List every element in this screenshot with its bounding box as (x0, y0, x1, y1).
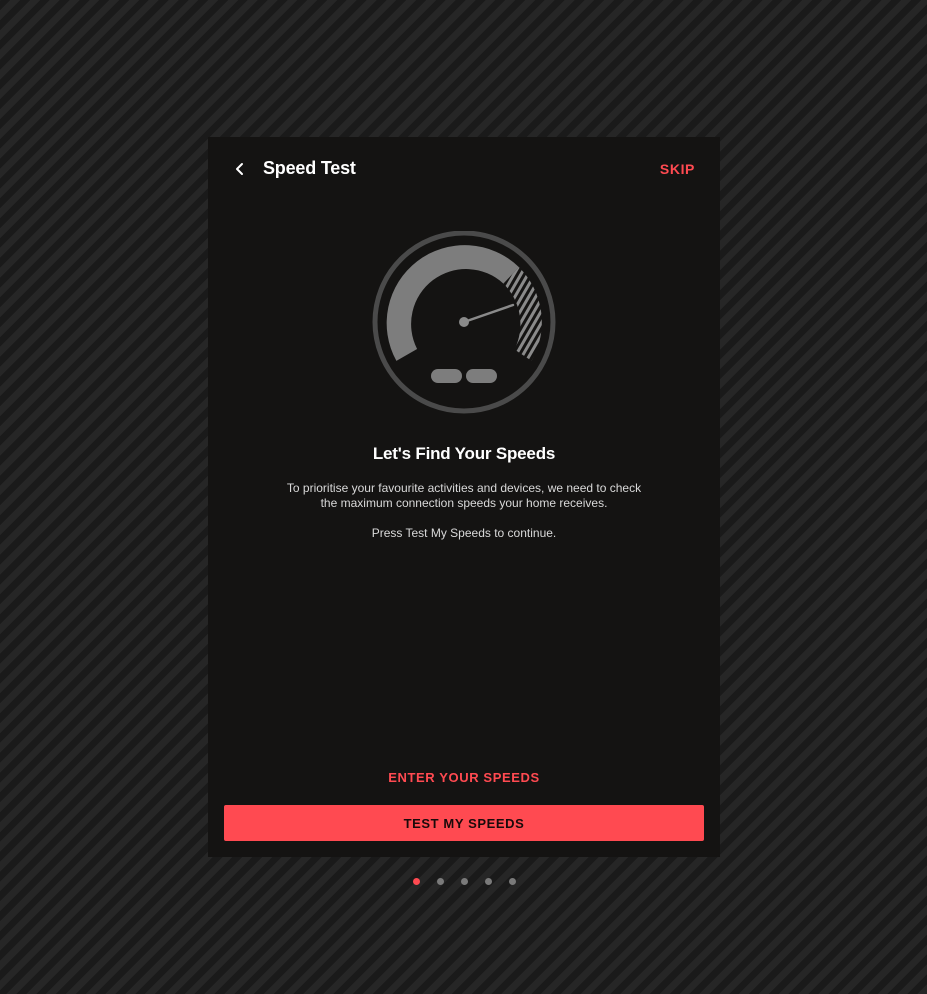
page-dot-mark (460, 877, 468, 885)
description: To prioritise your favourite activities … (268, 481, 660, 511)
speed-test-card: Speed Test SKIP Let's Find Your Speeds T… (208, 137, 720, 857)
page-dot-2[interactable] (428, 874, 452, 888)
gauge-arc (386, 245, 519, 361)
page-dot-mark (508, 877, 516, 885)
page-dot-5[interactable] (500, 874, 524, 888)
description-line: the maximum connection speeds your home … (320, 496, 608, 510)
back-button[interactable] (224, 153, 256, 185)
page-dot-1[interactable] (404, 874, 428, 888)
page-dot-3[interactable] (452, 874, 476, 888)
test-my-speeds-button[interactable]: TEST MY SPEEDS (224, 805, 704, 841)
gauge-redline-zone (503, 267, 542, 361)
page-dot-mark (436, 877, 444, 885)
page-title: Speed Test (263, 158, 356, 178)
page-dot-mark (412, 877, 420, 885)
page-dot-4[interactable] (476, 874, 500, 888)
gauge-readout-left (431, 369, 462, 383)
header: Speed Test SKIP (208, 137, 720, 201)
enter-your-speeds-link[interactable]: ENTER YOUR SPEEDS (208, 770, 720, 785)
gauge-needle (462, 303, 515, 324)
section-heading: Let's Find Your Speeds (372, 444, 556, 463)
gauge-readout-right (466, 369, 497, 383)
speedometer-icon (372, 231, 556, 414)
skip-button[interactable]: SKIP (660, 161, 695, 177)
page-indicator (404, 874, 524, 888)
instruction-text: Press Test My Speeds to continue. (371, 526, 557, 540)
gauge-needle-hub (459, 317, 469, 327)
description-line: To prioritise your favourite activities … (286, 481, 642, 495)
page-dot-mark (484, 877, 492, 885)
chevron-left-icon (236, 163, 243, 175)
